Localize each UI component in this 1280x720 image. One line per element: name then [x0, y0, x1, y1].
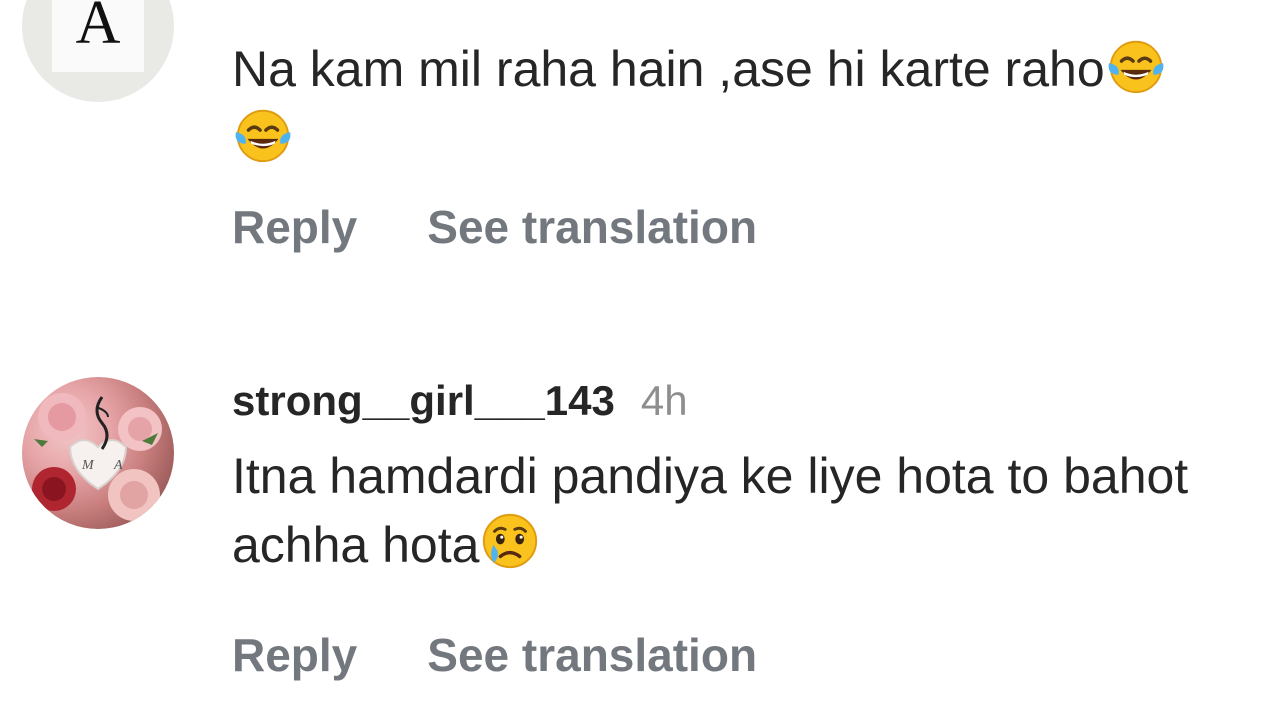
comment-actions: Reply See translation: [232, 628, 757, 682]
comment-item: M A strong__girl___143 4h Itna hamdardi p…: [0, 360, 1280, 720]
see-translation-button[interactable]: See translation: [427, 629, 757, 681]
face-with-tears-of-joy-icon: [1108, 40, 1164, 94]
reply-button[interactable]: Reply: [232, 629, 357, 681]
comment-content: Na kam mil raha hain ,ase hi karte raho: [232, 34, 1240, 172]
svg-text:A: A: [113, 458, 123, 473]
avatar-letter: A: [75, 0, 121, 57]
comment-item: A Na kam mil raha hain ,ase hi karte rah…: [0, 0, 1280, 300]
svg-text:M: M: [81, 458, 95, 473]
crying-face-icon: [483, 513, 538, 569]
face-with-tears-of-joy-icon: [235, 109, 291, 163]
comment-text: Itna hamdardi pandiya ke liye hota to ba…: [232, 442, 1212, 579]
avatar-letter-tile: A: [52, 0, 144, 72]
timestamp: 4h: [640, 377, 688, 424]
rose-photo-icon: M A: [32, 393, 162, 521]
avatar[interactable]: M A: [22, 377, 174, 529]
reply-button[interactable]: Reply: [232, 201, 357, 253]
comment-content: strong__girl___143 4h Itna hamdardi pandi…: [232, 378, 1240, 579]
comment-meta: strong__girl___143 4h: [232, 378, 1240, 424]
username[interactable]: strong__girl___143: [232, 377, 615, 424]
avatar[interactable]: A: [22, 0, 174, 102]
comment-text-content: Na kam mil raha hain ,ase hi karte raho: [232, 41, 1105, 97]
see-translation-button[interactable]: See translation: [427, 201, 757, 253]
comment-text: Na kam mil raha hain ,ase hi karte raho: [232, 34, 1212, 172]
comment-actions: Reply See translation: [232, 200, 757, 254]
comment-text-content: Itna hamdardi pandiya ke liye hota to ba…: [232, 448, 1189, 573]
